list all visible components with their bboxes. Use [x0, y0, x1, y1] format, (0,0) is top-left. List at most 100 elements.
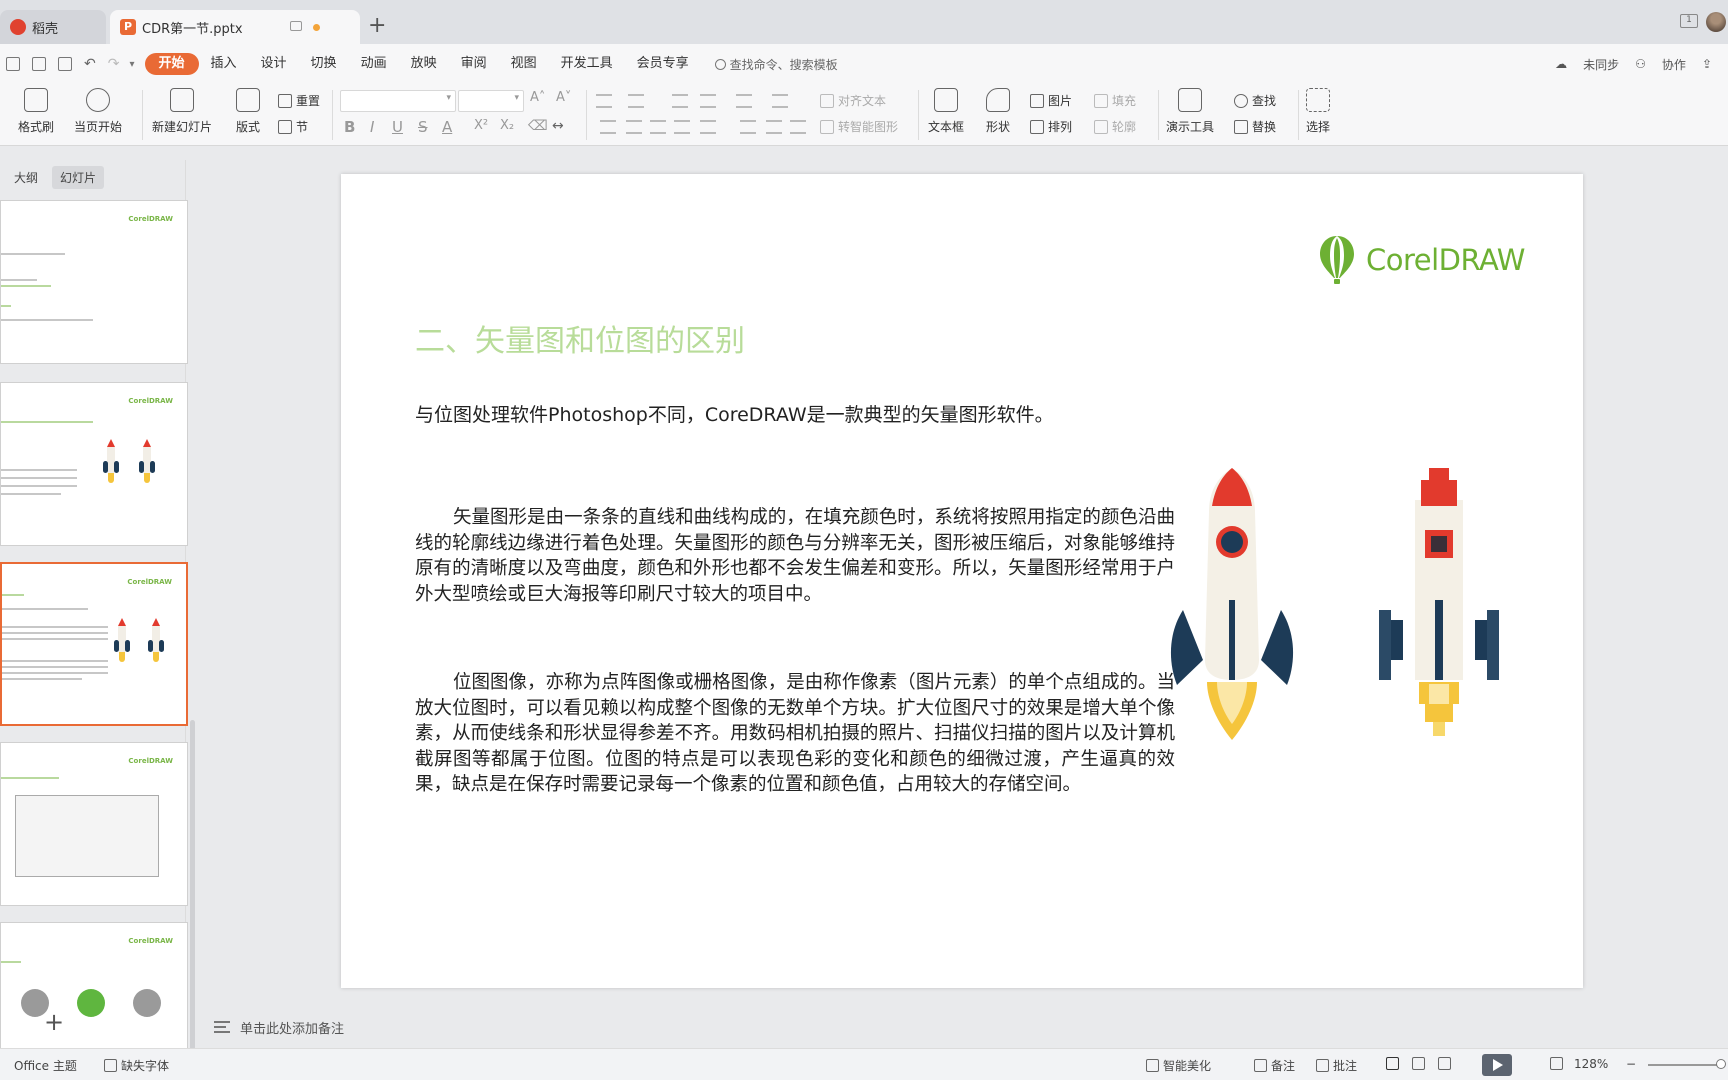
notes-toggle-button[interactable]: 备注: [1254, 1057, 1295, 1074]
notes-placeholder[interactable]: 单击此处添加备注: [240, 1018, 344, 1037]
slide-sorter-button[interactable]: [1412, 1057, 1429, 1070]
menu-tab-transition[interactable]: 切换: [299, 53, 349, 75]
presenter-tools-button[interactable]: 演示工具: [1166, 88, 1214, 135]
tab-outline[interactable]: 大纲: [6, 166, 46, 189]
cloud-sync-icon[interactable]: ☁: [1555, 57, 1567, 71]
outline-button[interactable]: 轮廓: [1094, 118, 1136, 135]
print-preview-icon[interactable]: [58, 57, 72, 71]
menu-tab-view[interactable]: 视图: [499, 53, 549, 75]
decrease-font-icon[interactable]: A˅: [556, 90, 571, 105]
slideshow-play-button[interactable]: [1482, 1054, 1512, 1076]
shape-button[interactable]: 形状: [986, 88, 1010, 135]
align-left-icon[interactable]: [600, 120, 616, 134]
eraser-icon[interactable]: ⌫: [528, 118, 548, 134]
window-count-icon[interactable]: 1: [1680, 14, 1698, 28]
monitor-icon[interactable]: [290, 21, 302, 31]
section-button[interactable]: 节: [278, 118, 308, 135]
tab-slides[interactable]: 幻灯片: [52, 166, 105, 189]
font-family-select[interactable]: [340, 90, 456, 112]
comments-button[interactable]: 批注: [1316, 1057, 1357, 1074]
tab-home[interactable]: 稻壳: [0, 10, 106, 44]
print-icon[interactable]: [32, 57, 46, 71]
open-icon[interactable]: [6, 57, 20, 71]
bitmap-paragraph[interactable]: 位图图像，亦称为点阵图像或栅格图像，是由称作像素（图片元素）的单个点组成的。当放…: [415, 670, 1175, 798]
reading-view-button[interactable]: [1438, 1057, 1455, 1070]
redo-icon[interactable]: ↷: [108, 56, 120, 72]
slide-thumbnail-4[interactable]: CorelDRAW: [0, 742, 188, 906]
select-button[interactable]: 选择: [1306, 88, 1330, 135]
vector-graphics-paragraph[interactable]: 矢量图形是由一条条的直线和曲线构成的，在填充颜色时，系统将按照用指定的颜色沿曲线…: [415, 505, 1175, 607]
format-painter-button[interactable]: 格式刷: [18, 88, 54, 135]
underline-button[interactable]: U: [392, 118, 403, 136]
character-spacing-icon[interactable]: ↔: [552, 118, 564, 134]
align-text-button[interactable]: 对齐文本: [820, 92, 886, 109]
bold-button[interactable]: B: [344, 118, 355, 136]
zoom-slider[interactable]: [1648, 1064, 1724, 1066]
find-button[interactable]: 查找: [1234, 92, 1276, 109]
fit-window-button[interactable]: [1550, 1057, 1567, 1070]
slide-thumbnail-2[interactable]: CorelDRAW: [0, 382, 188, 546]
strikethrough-button[interactable]: S: [418, 118, 428, 136]
thumbnail-scrollbar[interactable]: [190, 720, 195, 1050]
new-slide-button[interactable]: 新建幻灯片: [152, 88, 212, 135]
justify-icon[interactable]: [674, 120, 690, 134]
quick-access-more-icon[interactable]: ▾: [129, 59, 134, 70]
menu-tab-developer[interactable]: 开发工具: [549, 53, 625, 75]
paragraph-spacing-icon[interactable]: [766, 120, 782, 134]
sync-status[interactable]: 未同步: [1583, 56, 1619, 73]
increase-font-icon[interactable]: A˄: [530, 90, 545, 105]
decrease-indent-icon[interactable]: [672, 94, 688, 108]
italic-button[interactable]: I: [370, 118, 374, 136]
vector-rocket-icon[interactable]: [1167, 460, 1297, 750]
layout-button[interactable]: 版式: [236, 88, 260, 135]
menu-tab-animation[interactable]: 动画: [349, 53, 399, 75]
missing-fonts-button[interactable]: 缺失字体: [104, 1057, 169, 1074]
font-size-select[interactable]: [458, 90, 524, 112]
arrange-button[interactable]: 排列: [1030, 118, 1072, 135]
normal-view-button[interactable]: [1386, 1057, 1403, 1070]
zoom-out-button[interactable]: −: [1626, 1057, 1636, 1071]
increase-indent-icon[interactable]: [700, 94, 716, 108]
menu-tab-review[interactable]: 审阅: [449, 53, 499, 75]
slide-title[interactable]: 二、矢量图和位图的区别: [415, 316, 745, 360]
share-icon[interactable]: ⇪: [1702, 57, 1712, 71]
slide-thumbnail-1[interactable]: CorelDRAW: [0, 200, 188, 364]
numbered-list-icon[interactable]: [628, 94, 644, 108]
zoom-slider-handle[interactable]: [1716, 1059, 1726, 1069]
font-color-button[interactable]: A: [442, 118, 452, 136]
columns-icon[interactable]: [790, 120, 806, 134]
text-direction-icon[interactable]: [736, 94, 752, 108]
slide-canvas[interactable]: CorelDRAW 二、矢量图和位图的区别 与位图处理软件Photoshop不同…: [341, 174, 1583, 988]
subscript-button[interactable]: X₂: [500, 118, 514, 133]
distribute-icon[interactable]: [700, 120, 716, 134]
undo-icon[interactable]: ↶: [84, 56, 96, 72]
superscript-button[interactable]: X²: [474, 118, 488, 133]
notes-bar[interactable]: 单击此处添加备注: [186, 1010, 1728, 1044]
menu-tab-member[interactable]: 会员专享: [625, 53, 701, 75]
smart-shape-button[interactable]: 转智能图形: [820, 118, 898, 135]
replace-button[interactable]: 替换: [1234, 118, 1276, 135]
line-spacing-icon[interactable]: [740, 120, 756, 134]
bitmap-rocket-icon[interactable]: [1375, 460, 1505, 750]
textbox-button[interactable]: 文本框: [928, 88, 964, 135]
add-slide-button[interactable]: +: [44, 1010, 64, 1034]
tab-document[interactable]: P CDR第一节.pptx: [110, 10, 360, 44]
align-right-icon[interactable]: [650, 120, 666, 134]
bullet-list-icon[interactable]: [596, 94, 612, 108]
new-tab-button[interactable]: +: [368, 15, 386, 37]
command-search[interactable]: 查找命令、搜索模板: [714, 56, 838, 73]
play-from-current-button[interactable]: 当页开始: [74, 88, 122, 135]
collab-icon[interactable]: ⚇: [1635, 57, 1646, 71]
menu-tab-slideshow[interactable]: 放映: [399, 53, 449, 75]
menu-tab-insert[interactable]: 插入: [199, 53, 249, 75]
reset-button[interactable]: 重置: [278, 92, 320, 109]
sort-icon[interactable]: [772, 94, 788, 108]
menu-tab-home[interactable]: 开始: [144, 53, 199, 75]
menu-tab-design[interactable]: 设计: [249, 53, 299, 75]
zoom-level[interactable]: 128%: [1574, 1057, 1608, 1071]
theme-indicator[interactable]: Office 主题: [14, 1057, 77, 1074]
collab-button[interactable]: 协作: [1662, 56, 1686, 73]
smart-beautify-button[interactable]: 智能美化: [1146, 1057, 1211, 1074]
picture-button[interactable]: 图片: [1030, 92, 1072, 109]
slide-thumbnail-3[interactable]: CorelDRAW: [0, 562, 188, 726]
